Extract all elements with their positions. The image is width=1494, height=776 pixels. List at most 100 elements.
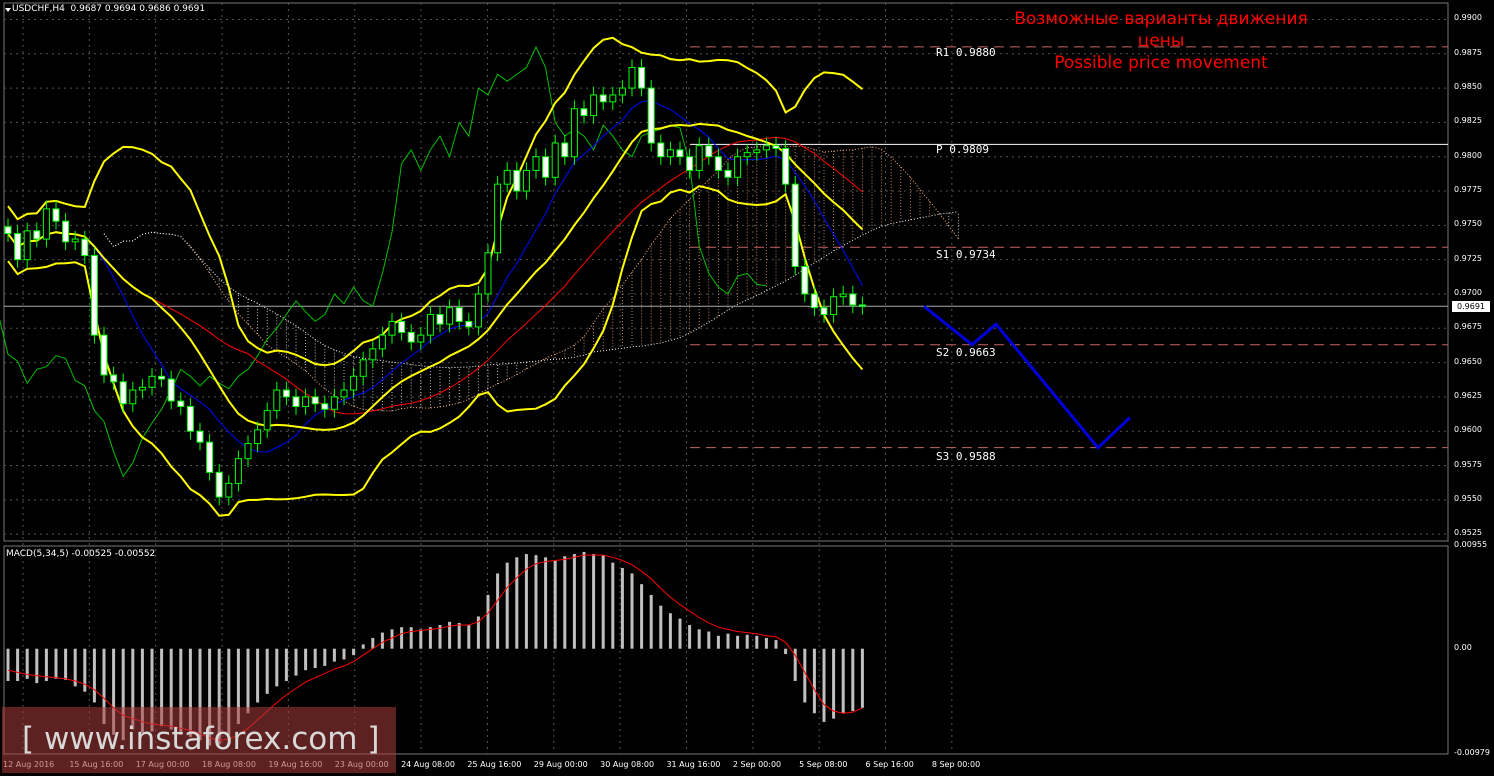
bollinger-lower [7, 185, 864, 517]
candle-body [676, 149, 684, 158]
candles [4, 59, 866, 506]
candle-body [465, 320, 473, 328]
y-tick-label: 0.9700 [1454, 287, 1482, 297]
macd-bar [803, 648, 807, 703]
candle-body [542, 156, 550, 178]
candle-body [455, 307, 463, 322]
candle-body [724, 169, 732, 178]
candle-body [186, 406, 194, 432]
macd-bar [467, 625, 471, 649]
macd-bar [822, 648, 826, 722]
macd-bar [851, 648, 855, 712]
candle-body [762, 145, 770, 151]
price-panel-border [3, 2, 1449, 542]
candle-body [158, 375, 166, 380]
candle-body [513, 169, 521, 192]
macd-bar [246, 648, 250, 714]
macd-bar [649, 594, 653, 649]
candle-body [100, 334, 108, 376]
y-tick-label: 0.9600 [1454, 425, 1482, 435]
macd-bar [284, 648, 288, 681]
macd-bar [304, 648, 308, 671]
candle-body [532, 156, 540, 171]
macd-bar [256, 648, 260, 703]
candle-body [570, 108, 578, 158]
macd-bar [64, 648, 68, 680]
candle-body [810, 293, 818, 309]
candle-body [657, 142, 665, 158]
kijun-line [7, 136, 863, 415]
level-label-p: P 0.9809 [936, 143, 989, 156]
macd-bar [832, 648, 836, 719]
candle-body [734, 156, 742, 178]
candle-body [62, 220, 70, 243]
candle-body [858, 304, 866, 307]
macd-bar [563, 556, 567, 649]
title-line-ru: Возможные варианты движения цены [1014, 9, 1308, 51]
y-tick-label: 0.9525 [1454, 528, 1482, 538]
macd-bar [515, 557, 519, 649]
macd-bar [496, 573, 500, 649]
candle-body [791, 183, 799, 268]
macd-bar [582, 551, 586, 649]
macd-bar [332, 648, 336, 662]
candle-body [561, 142, 569, 158]
candle-body [52, 208, 60, 222]
candle-body [830, 296, 838, 316]
forecast-path [923, 305, 1132, 450]
macd-bar [486, 594, 490, 649]
candle-body [196, 430, 204, 443]
dropdown-arrow-icon[interactable] [5, 8, 11, 12]
candle-body [695, 145, 703, 171]
macd-bar [265, 648, 269, 694]
macd-bar [726, 633, 730, 649]
macd-bar [380, 632, 384, 649]
candle-body [388, 320, 396, 336]
candle-body [839, 293, 847, 298]
candle-body [244, 443, 252, 460]
macd-bar [313, 648, 317, 669]
macd-bar [409, 627, 413, 649]
y-tick-label: 0.9800 [1454, 150, 1482, 160]
candle-body [714, 156, 722, 171]
candle-body [225, 482, 233, 498]
candle-body [110, 374, 118, 383]
candle-body [359, 359, 367, 377]
candle-body [311, 396, 319, 405]
candle-body [426, 314, 434, 336]
candle-body [666, 149, 674, 158]
candle-body [849, 293, 857, 306]
candle-body [263, 410, 271, 431]
macd-y-tick-label: -0.00979 [1454, 748, 1490, 757]
candle-body [33, 230, 41, 240]
macd-bar [294, 648, 298, 676]
macd-bar [592, 554, 596, 649]
candle-body [522, 169, 530, 192]
macd-bar [755, 635, 759, 649]
candle-body [321, 403, 329, 410]
y-tick-label: 0.9775 [1454, 185, 1482, 195]
macd-bar [35, 648, 39, 684]
macd-bar [390, 629, 394, 649]
candle-body [628, 67, 636, 89]
candle-body [350, 375, 358, 391]
candle-body [273, 389, 281, 412]
macd-bar [620, 568, 624, 649]
candle-body [407, 331, 415, 343]
candle-body [148, 375, 156, 388]
candle-body [686, 156, 694, 171]
candle-body [4, 226, 12, 235]
macd-bar [745, 634, 749, 649]
macd-bar [697, 629, 701, 649]
macd-bar [544, 557, 548, 649]
x-tick-label: 2 Sep 00:00 [732, 760, 782, 769]
macd-y-tick-label: 0.00 [1454, 642, 1472, 652]
candle-body [638, 67, 646, 89]
macd-bar [668, 613, 672, 649]
candle-body [42, 208, 50, 240]
y-tick-label: 0.9675 [1454, 322, 1482, 332]
candle-body [206, 441, 214, 473]
watermark: [ www.instaforex.com ] [2, 707, 396, 773]
y-tick-label: 0.9900 [1454, 13, 1482, 23]
macd-bar [630, 573, 634, 649]
